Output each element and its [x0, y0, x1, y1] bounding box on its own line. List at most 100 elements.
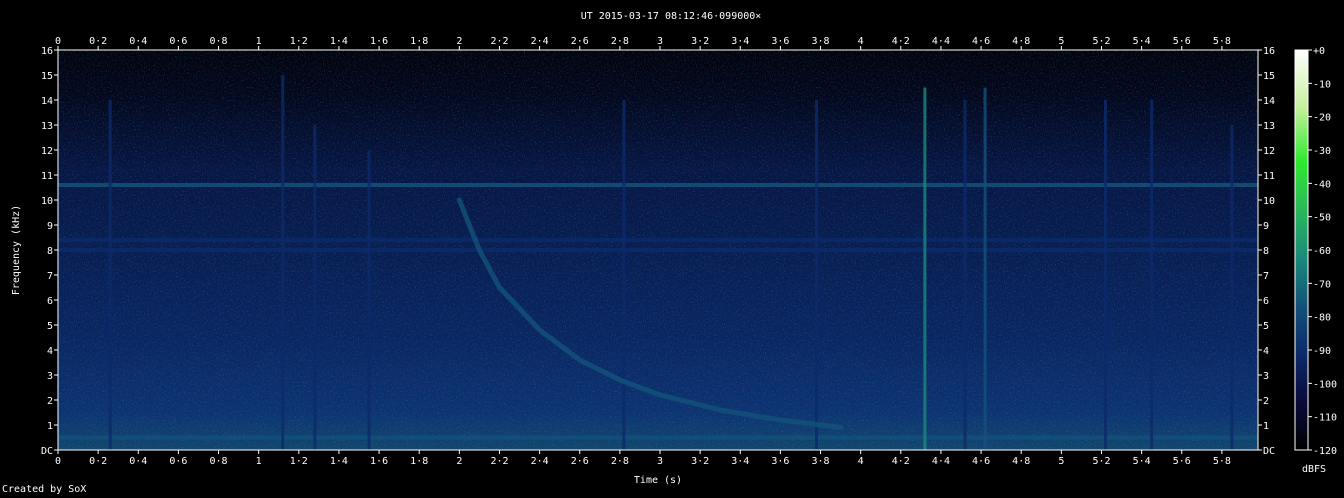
colorbar-tick-label: -120	[1313, 446, 1337, 457]
x-tick-label: 0·8	[210, 456, 228, 467]
x-tick-label-top: 2·4	[531, 36, 549, 47]
y-axis-label: Frequency (kHz)	[11, 205, 22, 295]
y-axis-right: DC12345678910111213141516	[1258, 46, 1275, 457]
x-tick-label: 4·4	[932, 456, 950, 467]
colorbar-tick-label: -40	[1313, 179, 1331, 190]
y-tick-label-right: 1	[1263, 421, 1269, 432]
y-tick-label-right: 3	[1263, 371, 1269, 382]
x-tick-label-top: 1	[256, 36, 262, 47]
x-tick-label-top: 4·8	[1012, 36, 1030, 47]
x-tick-label: 0·4	[129, 456, 147, 467]
x-tick-label-top: 4	[858, 36, 864, 47]
x-tick-label-top: 5·2	[1092, 36, 1110, 47]
y-tick-label-right: 11	[1263, 171, 1275, 182]
x-tick-label-top: 0·4	[129, 36, 147, 47]
x-tick-label: 1	[256, 456, 262, 467]
y-tick-label-right: 16	[1263, 46, 1275, 57]
y-tick-label: 11	[41, 171, 53, 182]
x-tick-label: 0	[55, 456, 61, 467]
colorbar: +0 -10 -20 -30 -40 -50 -60 -70 -80 -90 -100 -110 -12…	[1294, 46, 1337, 475]
y-axis-left: DC12345678910111213141516	[41, 46, 58, 457]
x-tick-label: 5	[1058, 456, 1064, 467]
y-tick-label-right: 6	[1263, 296, 1269, 307]
x-tick-label: 2·4	[531, 456, 549, 467]
x-tick-label-top: 3·2	[691, 36, 709, 47]
colorbar-tick-label: +0	[1313, 46, 1325, 57]
y-tick-label: 6	[47, 296, 53, 307]
x-axis-bottom: 0 0·2 0·4 0·6 0·8 1 1·2 1·4 1·6 1·8 2 2·2 2·4 2·6 2·8 3…	[55, 450, 1231, 467]
y-tick-label-right: 13	[1263, 121, 1275, 132]
x-tick-label-top: 5·4	[1133, 36, 1151, 47]
x-tick-label-top: 4·2	[892, 36, 910, 47]
x-tick-label-top: 3	[657, 36, 663, 47]
y-tick-label: 10	[41, 196, 53, 207]
x-tick-label: 3·6	[771, 456, 789, 467]
y-tick-label-right: 10	[1263, 196, 1275, 207]
colorbar-tick-label: -60	[1313, 246, 1331, 257]
y-tick-label-right: 2	[1263, 396, 1269, 407]
chart-title: UT 2015-03-17 08:12:46·099000×	[581, 11, 762, 22]
y-tick-label-right: 14	[1263, 96, 1275, 107]
x-tick-label-top: 1·2	[290, 36, 308, 47]
x-tick-label: 4·6	[972, 456, 990, 467]
x-tick-label-top: 2·8	[611, 36, 629, 47]
y-tick-label: 3	[47, 371, 53, 382]
x-tick-label: 1·4	[330, 456, 348, 467]
y-tick-label: 13	[41, 121, 53, 132]
plot-area	[57, 49, 1259, 451]
x-tick-label-top: 1·8	[410, 36, 428, 47]
colorbar-tick-label: -110	[1313, 413, 1337, 424]
colorbar-tick-label: -50	[1313, 213, 1331, 224]
x-tick-label: 1·2	[290, 456, 308, 467]
y-tick-label: 8	[47, 246, 53, 257]
colorbar-tick-label: -20	[1313, 113, 1331, 124]
x-tick-label-top: 2	[456, 36, 462, 47]
x-tick-label: 3·4	[731, 456, 749, 467]
colorbar-ticks: +0 -10 -20 -30 -40 -50 -60 -70 -80 -90 -100 -110 -12…	[1308, 46, 1337, 457]
y-tick-label-right: 8	[1263, 246, 1269, 257]
x-tick-label: 4	[858, 456, 864, 467]
x-tick-label: 2·6	[571, 456, 589, 467]
x-tick-label-top: 1·4	[330, 36, 348, 47]
colorbar-tick-label: -80	[1313, 313, 1331, 324]
x-tick-label: 2	[456, 456, 462, 467]
x-tick-label: 3	[657, 456, 663, 467]
x-tick-label: 4·8	[1012, 456, 1030, 467]
y-tick-label: 7	[47, 271, 53, 282]
y-tick-label: 5	[47, 321, 53, 332]
y-tick-label: 12	[41, 146, 53, 157]
x-tick-label-top: 5·8	[1213, 36, 1231, 47]
y-tick-label: 15	[41, 71, 53, 82]
x-tick-label: 1·6	[370, 456, 388, 467]
x-tick-label: 0·6	[169, 456, 187, 467]
x-tick-label: 3·2	[691, 456, 709, 467]
colorbar-tick-label: -10	[1313, 79, 1331, 90]
x-tick-label: 5·4	[1133, 456, 1151, 467]
y-tick-label: 2	[47, 396, 53, 407]
y-tick-label: 9	[47, 221, 53, 232]
x-tick-label: 5·2	[1092, 456, 1110, 467]
y-tick-label: 4	[47, 346, 53, 357]
y-tick-label-right: DC	[1263, 446, 1275, 457]
x-tick-label-top: 5·6	[1173, 36, 1191, 47]
x-tick-label-top: 0·6	[169, 36, 187, 47]
y-tick-label: 16	[41, 46, 53, 57]
credit-text: Created by SoX	[2, 484, 87, 495]
y-tick-label-right: 15	[1263, 71, 1275, 82]
x-tick-label-top: 0·8	[210, 36, 228, 47]
x-tick-label-top: 3·4	[731, 36, 749, 47]
x-axis-label: Time (s)	[634, 475, 682, 486]
x-tick-label: 1·8	[410, 456, 428, 467]
x-tick-label-top: 3·6	[771, 36, 789, 47]
colorbar-gradient	[1294, 49, 1309, 451]
colorbar-tick-label: -30	[1313, 146, 1331, 157]
x-axis-top: 0 0·2 0·4 0·6 0·8 1 1·2 1·4 1·6 1·8 2 2·2 2·4 2·6 2·8 3…	[55, 36, 1231, 50]
colorbar-tick-label: -90	[1313, 346, 1331, 357]
x-tick-label: 4·2	[892, 456, 910, 467]
x-tick-label-top: 4·6	[972, 36, 990, 47]
x-tick-label: 5·6	[1173, 456, 1191, 467]
y-tick-label-right: 5	[1263, 321, 1269, 332]
x-tick-label-top: 3·8	[812, 36, 830, 47]
colorbar-tick-label: -100	[1313, 379, 1337, 390]
y-tick-label-right: 4	[1263, 346, 1269, 357]
